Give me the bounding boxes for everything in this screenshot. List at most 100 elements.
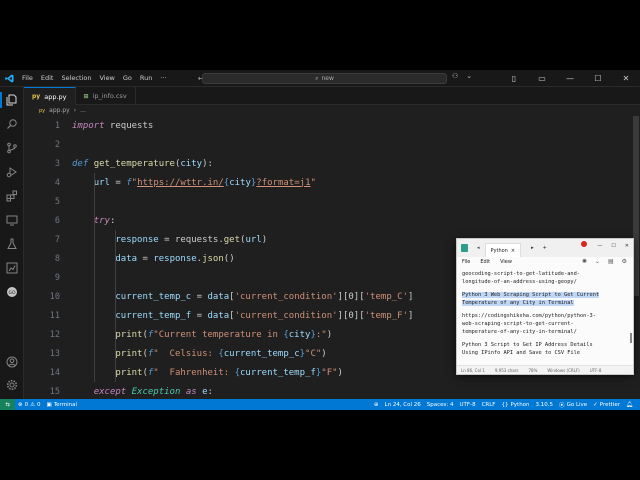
code-token: https://wttr.in/ <box>137 177 224 188</box>
source-control-icon[interactable] <box>4 140 20 156</box>
code-line[interactable]: 6 try: <box>24 211 624 230</box>
search-icon[interactable] <box>4 116 20 132</box>
copilot-icon[interactable]: ✺ <box>582 258 587 265</box>
notepad-text-area[interactable]: geocoding-script-to-get-latitude-and- lo… <box>457 267 633 363</box>
remote-explorer-icon[interactable] <box>4 212 20 228</box>
dropdown-icon[interactable]: ⌄ <box>595 258 600 265</box>
code-token: : <box>207 386 213 397</box>
notepad-tab-label: Python <box>490 247 508 254</box>
notepad-paragraph-selected: Python 3 Web Scraping Script to Get Curr… <box>462 292 628 307</box>
code-token: = requests. <box>158 234 224 245</box>
layout-sidebar-icon[interactable]: ▯ <box>500 70 528 87</box>
notepad-line-ending: Windows (CRLF) <box>547 367 580 373</box>
notepad-menu-edit[interactable]: Edit <box>480 259 490 265</box>
problems-indicator[interactable]: ⊗ 0 ⚠ 0 <box>15 402 44 408</box>
code-token: = <box>137 253 154 264</box>
close-tab-icon[interactable]: × <box>511 248 515 254</box>
go-live-button[interactable]: ⦿ Go Live <box>556 401 590 409</box>
python-version[interactable]: 3.10.5 <box>533 402 557 408</box>
notepad-menu-view[interactable]: View <box>500 259 512 265</box>
settings-gear-icon[interactable]: ⚙ <box>622 258 627 265</box>
menu-selection[interactable]: Selection <box>60 74 92 82</box>
settings-gear-icon[interactable] <box>4 377 20 393</box>
code-text: except Exception as e: <box>72 387 213 397</box>
notepad-tab[interactable]: Python × <box>484 243 522 257</box>
indentation[interactable]: Spaces: 4 <box>424 402 457 408</box>
breadcrumb-file[interactable]: app.py <box>49 107 70 114</box>
code-line[interactable]: 3 def get_temperature(city): <box>24 154 624 173</box>
code-token: get_temperature <box>93 158 175 169</box>
search-text: new <box>321 75 334 82</box>
code-token: ][0][ <box>337 310 365 321</box>
close-button[interactable]: ✕ <box>612 70 640 87</box>
menu-go[interactable]: Go <box>122 74 133 82</box>
zoom-icon[interactable]: ⊕ <box>371 402 382 408</box>
extension-badge-icon[interactable]: GO <box>4 284 20 300</box>
notepad-window-controls: — ☐ ✕ <box>597 243 629 249</box>
minimize-button[interactable]: — <box>556 70 584 87</box>
copilot-icon[interactable]: ⚇ <box>452 72 458 80</box>
code-token: ][0][ <box>337 291 365 302</box>
maximize-button[interactable]: ☐ <box>584 70 612 87</box>
code-line[interactable]: 4 url = f"https://wttr.in/{city}?format=… <box>24 173 624 192</box>
menu-view[interactable]: View <box>98 74 115 82</box>
explorer-icon[interactable] <box>0 92 20 108</box>
language-label: Python <box>510 401 530 408</box>
tab-scroll-left-icon[interactable]: ◂ <box>477 245 480 251</box>
close-button[interactable]: ✕ <box>625 243 629 249</box>
menu-run[interactable]: Run <box>139 74 153 82</box>
code-text: print(f"Current temperature in {city}:") <box>72 330 332 340</box>
testing-icon[interactable] <box>4 236 20 252</box>
encoding[interactable]: UTF-8 <box>457 402 479 408</box>
code-token: ) <box>321 348 327 359</box>
account-icon[interactable] <box>4 354 20 370</box>
notepad-menu-file[interactable]: File <box>462 259 470 265</box>
notepad-title-bar: ◂ Python × ▸ + — ☐ ✕ <box>457 239 633 257</box>
command-center-search[interactable]: ⌕ new <box>202 73 447 84</box>
code-token: requests <box>104 120 154 131</box>
notepad-scrollbar[interactable] <box>630 333 632 343</box>
tab-scroll-right-icon[interactable]: ▸ <box>531 245 534 251</box>
terminal-button[interactable]: ▣ Terminal <box>44 402 80 408</box>
code-line[interactable]: 2 <box>24 135 624 154</box>
breadcrumb-symbol[interactable]: ... <box>80 107 86 114</box>
language-mode[interactable]: {} Python <box>498 402 532 408</box>
chart-icon[interactable] <box>4 260 20 276</box>
code-line[interactable]: 5 <box>24 192 624 211</box>
remote-indicator-icon[interactable]: ⇆ <box>0 399 15 410</box>
code-token: " Celsius: <box>153 348 219 359</box>
prettier-button[interactable]: ✓ Prettier <box>590 402 623 408</box>
code-token: :" <box>315 329 327 340</box>
svg-text:GO: GO <box>8 290 15 296</box>
tab-app-py[interactable]: py app.py <box>24 87 76 105</box>
maximize-button[interactable]: ☐ <box>611 243 615 249</box>
code-text: url = f"https://wttr.in/{city}?format=j1… <box>72 178 316 188</box>
layout-panel-icon[interactable]: ▭ <box>528 70 556 87</box>
code-token: 'temp_C' <box>364 291 408 302</box>
menu-more[interactable]: ··· <box>159 74 167 82</box>
minimize-button[interactable]: — <box>597 243 602 249</box>
new-tab-icon[interactable]: + <box>543 245 547 251</box>
run-debug-icon[interactable] <box>4 164 20 180</box>
line-number: 15 <box>49 386 60 397</box>
warning-icon: ⚠ <box>30 401 36 408</box>
code-token: = <box>109 177 127 188</box>
code-token: ] <box>408 310 414 321</box>
dropdown-icon[interactable]: ⌄ <box>466 72 472 80</box>
code-line[interactable]: 1 import requests <box>24 116 624 135</box>
format-icon[interactable]: ▤ <box>608 258 614 265</box>
code-token: print <box>115 348 143 359</box>
end-of-line[interactable]: CRLF <box>479 402 499 408</box>
line-number: 4 <box>54 177 60 188</box>
cursor-position[interactable]: Ln 24, Col 26 <box>382 402 424 408</box>
code-token: 'current_condition' <box>234 310 338 321</box>
line-number: 9 <box>54 272 60 283</box>
code-text: print(f" Celsius: {current_temp_c}°C") <box>72 348 327 359</box>
menu-file[interactable]: File <box>21 74 34 82</box>
extensions-icon[interactable] <box>4 188 20 204</box>
notifications-bell-icon[interactable]: 🔔︎ <box>623 402 636 408</box>
tab-ip-info-csv[interactable]: ⊞ ip_info.csv <box>76 87 136 105</box>
menu-edit[interactable]: Edit <box>40 74 55 82</box>
python-file-icon: py <box>32 93 41 100</box>
code-token: ) <box>326 329 333 340</box>
